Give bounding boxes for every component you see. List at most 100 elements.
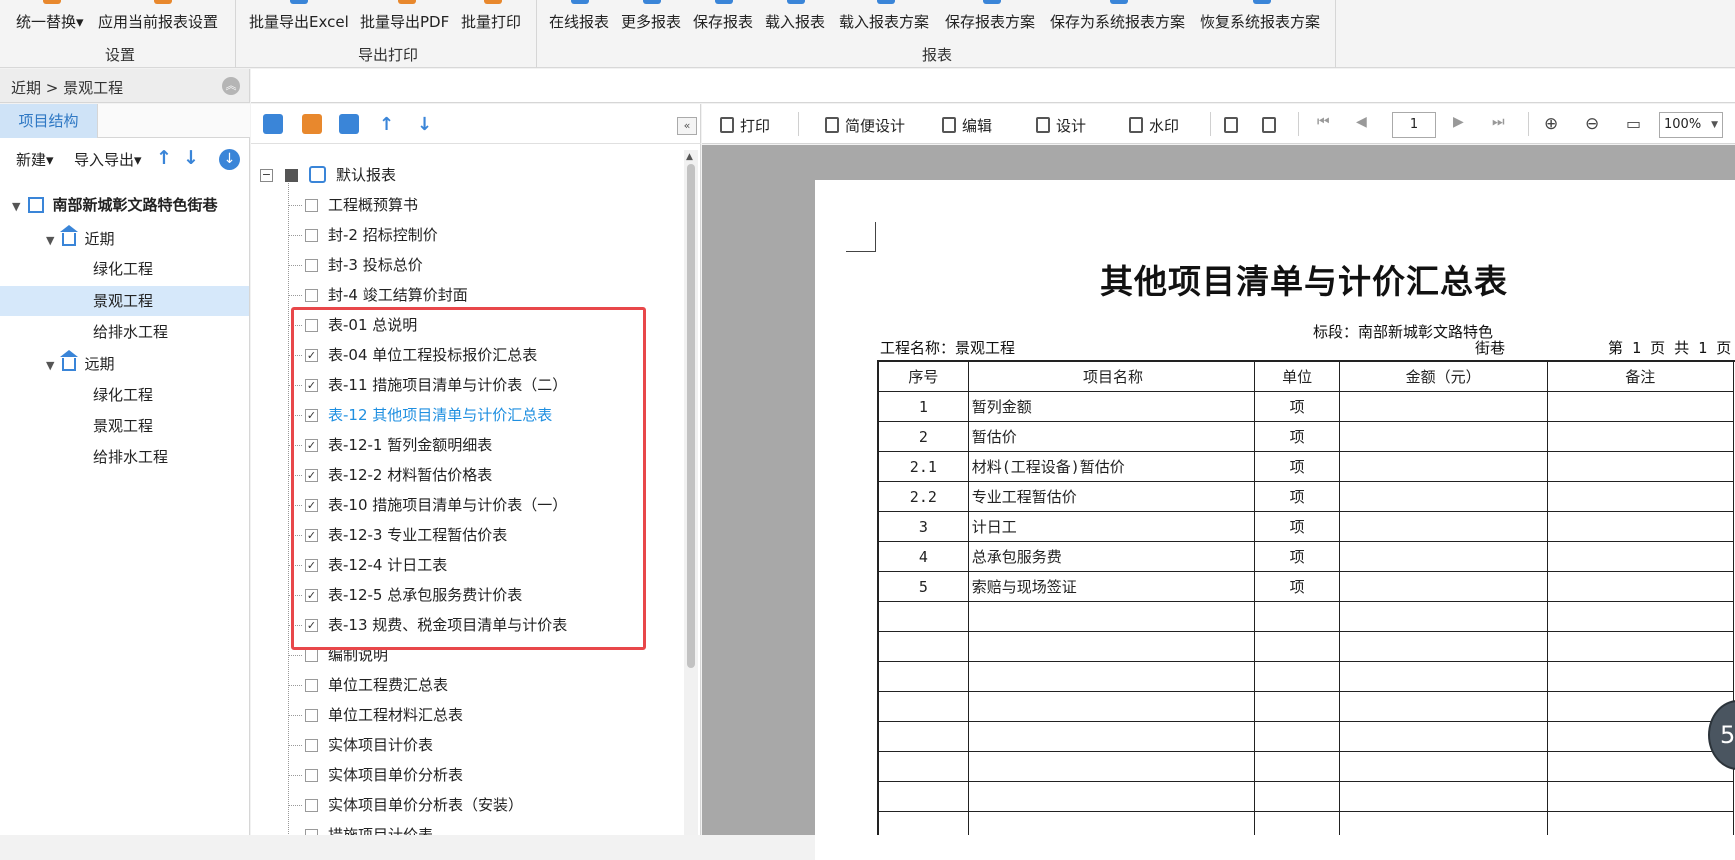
tree-item-drainage-far[interactable]: 给排水工程: [93, 442, 168, 472]
report-checkbox[interactable]: ✓: [305, 349, 318, 362]
report-item[interactable]: 编制说明: [251, 640, 684, 670]
expand-icon[interactable]: ▼: [46, 234, 54, 247]
last-page-icon[interactable]: ⏭: [1492, 114, 1505, 130]
tree-item-greening-far[interactable]: 绿化工程: [93, 380, 153, 410]
report-item[interactable]: 单位工程材料汇总表: [251, 700, 684, 730]
report-checkbox[interactable]: ✓: [305, 379, 318, 392]
report-checkbox[interactable]: ✓: [305, 559, 318, 572]
print-button[interactable]: 打印: [720, 115, 770, 136]
batch-export-pdf-button[interactable]: 批量导出PDF: [360, 0, 454, 40]
report-root-node[interactable]: − 默认报表: [251, 160, 684, 190]
report-item[interactable]: 封-4 竣工结算价封面: [251, 280, 684, 310]
report-item[interactable]: ✓ 表-13 规费、税金项目清单与计价表: [251, 610, 684, 640]
report-item[interactable]: ✓ 表-12-1 暂列金额明细表: [251, 430, 684, 460]
first-page-icon[interactable]: ⏮: [1317, 114, 1330, 130]
report-checkbox[interactable]: [305, 709, 318, 722]
restore-system-scheme-button[interactable]: 恢复系统报表方案: [1200, 0, 1324, 40]
load-report-button[interactable]: 载入报表: [765, 0, 827, 40]
move-down-icon[interactable]: ↓: [183, 147, 201, 169]
report-checkbox[interactable]: [305, 799, 318, 812]
report-item[interactable]: 工程概预算书: [251, 190, 684, 220]
batch-print-button[interactable]: 批量打印: [461, 0, 525, 40]
report-checkbox[interactable]: ✓: [305, 589, 318, 602]
tree-group-near[interactable]: ▼ 近期: [46, 224, 114, 254]
report-checkbox[interactable]: ✓: [305, 529, 318, 542]
prev-page-icon[interactable]: ◀: [1356, 114, 1367, 130]
scrollbar[interactable]: ▲: [684, 150, 698, 835]
report-item[interactable]: 实体项目单价分析表（安装）: [251, 790, 684, 820]
import-export-dropdown-button[interactable]: 导入导出▾: [74, 149, 142, 170]
zoom-select[interactable]: 100% ▼: [1659, 112, 1723, 138]
save-report-button[interactable]: 保存报表: [693, 0, 755, 40]
report-checkbox[interactable]: [305, 679, 318, 692]
single-page-icon[interactable]: [1224, 115, 1244, 135]
unify-replace-button[interactable]: 统一替换▾: [16, 0, 88, 40]
double-page-icon[interactable]: [1262, 115, 1282, 135]
report-item[interactable]: 单位工程费汇总表: [251, 670, 684, 700]
tree-item-landscape-far[interactable]: 景观工程: [93, 411, 153, 441]
add-report-icon[interactable]: [263, 114, 283, 134]
report-checkbox[interactable]: ✓: [305, 499, 318, 512]
collapse-up-icon[interactable]: ︽: [222, 77, 240, 95]
report-checkbox[interactable]: [305, 229, 318, 242]
simple-design-button[interactable]: 简便设计: [825, 115, 905, 136]
collapse-icon[interactable]: −: [260, 169, 273, 182]
fit-page-icon[interactable]: ▭: [1626, 114, 1641, 133]
report-checkbox[interactable]: ✓: [305, 619, 318, 632]
report-checkbox[interactable]: [305, 769, 318, 782]
move-down-icon[interactable]: ↓: [417, 114, 437, 135]
save-as-system-scheme-button[interactable]: 保存为系统报表方案: [1050, 0, 1188, 40]
report-checkbox[interactable]: ✓: [305, 439, 318, 452]
tree-root-node[interactable]: ▼ 南部新城彰文路特色街巷: [12, 190, 248, 220]
report-checkbox[interactable]: [305, 289, 318, 302]
report-item[interactable]: ✓ 表-11 措施项目清单与计价表（二）: [251, 370, 684, 400]
add-folder-icon[interactable]: [302, 114, 322, 134]
tree-item-landscape-near[interactable]: 景观工程: [0, 286, 249, 316]
report-item[interactable]: 封-2 招标控制价: [251, 220, 684, 250]
online-report-button[interactable]: 在线报表: [549, 0, 611, 40]
apply-report-settings-button[interactable]: 应用当前报表设置: [98, 0, 228, 40]
expand-icon[interactable]: ▼: [12, 200, 20, 213]
report-checkbox[interactable]: [305, 739, 318, 752]
tree-item-drainage-near[interactable]: 给排水工程: [93, 317, 168, 347]
expand-icon[interactable]: ▼: [46, 359, 54, 372]
report-checkbox[interactable]: ✓: [305, 469, 318, 482]
report-item[interactable]: 措施项目计价表: [251, 820, 684, 835]
next-page-icon[interactable]: ▶: [1453, 114, 1464, 130]
report-item[interactable]: ✓ 表-04 单位工程投标报价汇总表: [251, 340, 684, 370]
new-dropdown-button[interactable]: 新建▾: [16, 149, 54, 170]
scroll-up-icon[interactable]: ▲: [686, 152, 693, 162]
page-number-input[interactable]: 1: [1392, 112, 1436, 138]
zoom-out-icon[interactable]: ⊖: [1585, 114, 1599, 134]
report-item[interactable]: ✓ 表-12-2 材料暂估价格表: [251, 460, 684, 490]
tab-project-structure[interactable]: 项目结构: [0, 104, 98, 138]
report-checkbox[interactable]: [305, 829, 318, 835]
edit-button[interactable]: 编辑: [942, 115, 992, 136]
report-item[interactable]: 实体项目计价表: [251, 730, 684, 760]
report-checkbox[interactable]: [305, 199, 318, 212]
move-up-icon[interactable]: ↑: [379, 114, 399, 135]
save-report-scheme-button[interactable]: 保存报表方案: [945, 0, 1039, 40]
report-checkbox[interactable]: [305, 649, 318, 662]
tree-item-greening-near[interactable]: 绿化工程: [93, 254, 153, 284]
zoom-in-icon[interactable]: ⊕: [1544, 114, 1558, 134]
report-item[interactable]: ✓ 表-12-5 总承包服务费计价表: [251, 580, 684, 610]
root-checkbox[interactable]: [285, 169, 298, 182]
report-item[interactable]: 封-3 投标总价: [251, 250, 684, 280]
load-report-scheme-button[interactable]: 载入报表方案: [839, 0, 933, 40]
report-item[interactable]: ✓ 表-10 措施项目清单与计价表（一）: [251, 490, 684, 520]
report-checkbox[interactable]: [305, 259, 318, 272]
download-icon[interactable]: ↓: [219, 149, 240, 170]
design-button[interactable]: 设计: [1036, 115, 1086, 136]
tree-group-far[interactable]: ▼ 远期: [46, 349, 114, 379]
report-item[interactable]: ✓ 表-12-4 计日工表: [251, 550, 684, 580]
move-up-icon[interactable]: ↑: [156, 147, 174, 169]
delete-icon[interactable]: [339, 114, 359, 134]
report-item[interactable]: 实体项目单价分析表: [251, 760, 684, 790]
report-item[interactable]: 表-01 总说明: [251, 310, 684, 340]
report-item[interactable]: ✓ 表-12 其他项目清单与计价汇总表: [251, 400, 684, 430]
report-checkbox[interactable]: ✓: [305, 409, 318, 422]
report-item[interactable]: ✓ 表-12-3 专业工程暂估价表: [251, 520, 684, 550]
collapse-panel-icon[interactable]: «: [677, 117, 697, 135]
batch-export-excel-button[interactable]: 批量导出Excel: [249, 0, 349, 40]
